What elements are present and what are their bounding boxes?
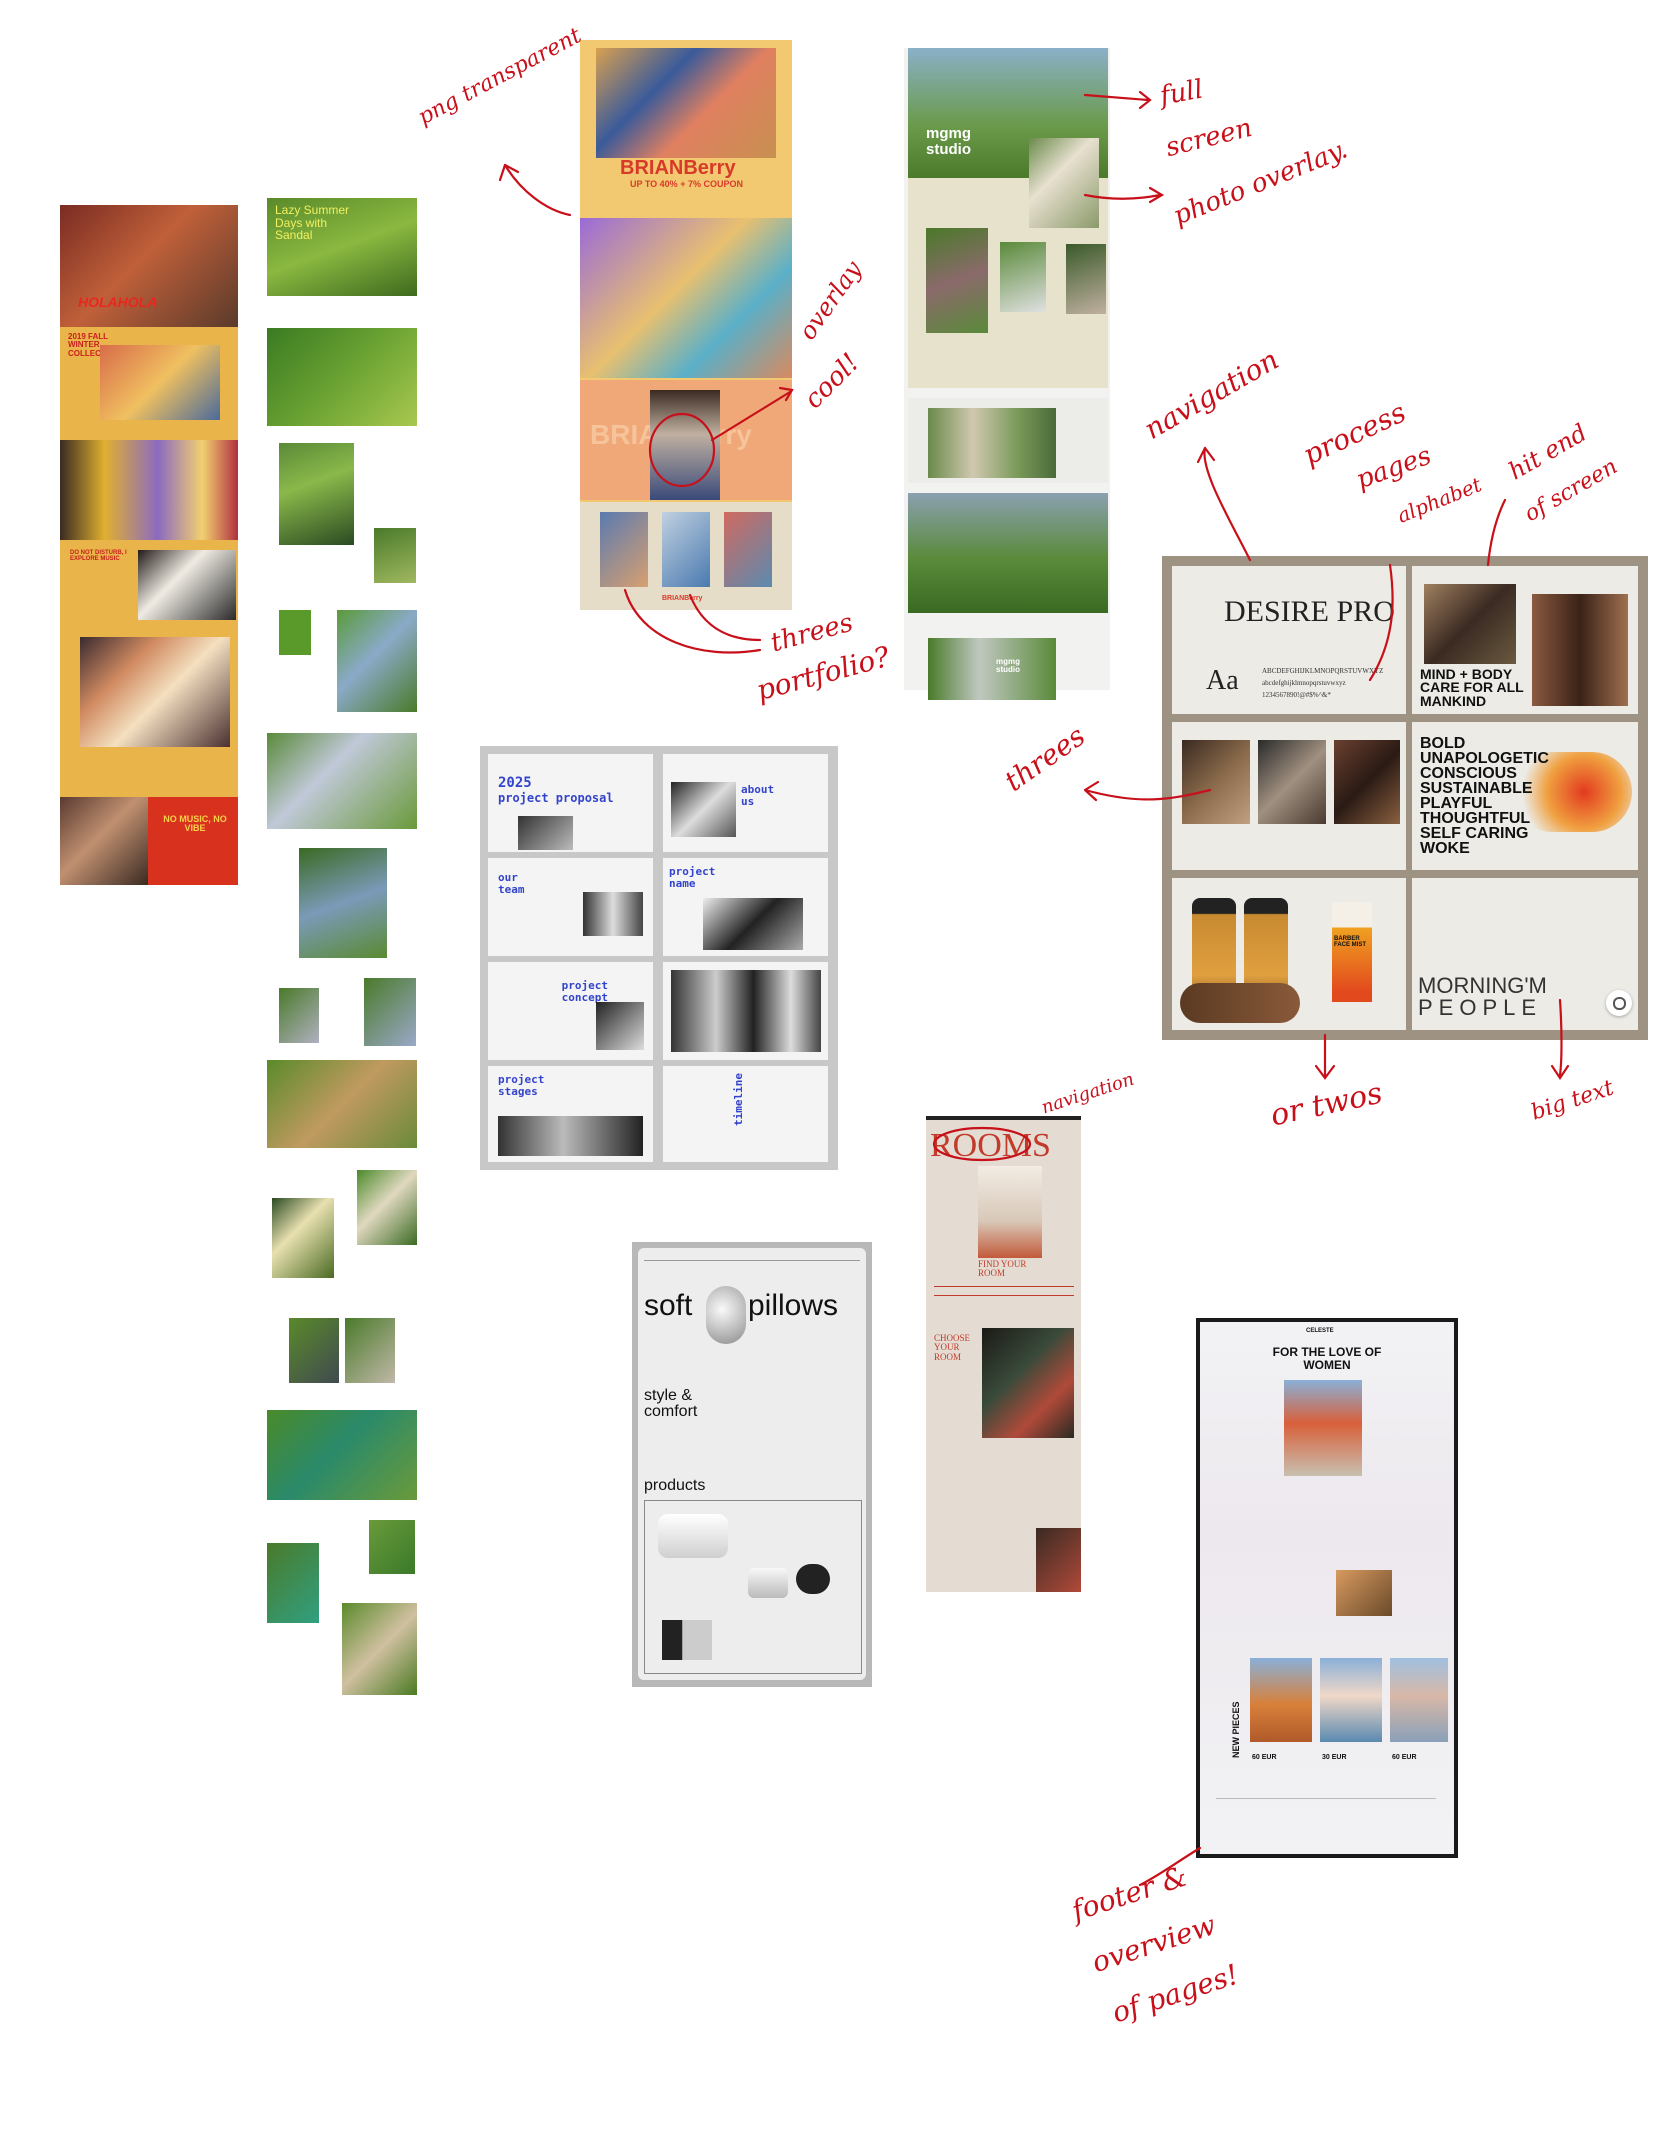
arrow-navigation	[1203, 446, 1252, 562]
circle-overlay	[648, 412, 716, 488]
arrow-or-twos	[1314, 1033, 1336, 1080]
curve-threes-2	[688, 593, 762, 642]
arrow-png-to-board	[503, 163, 572, 217]
arrow-big-text	[1550, 998, 1570, 1080]
arrow-photo-overlay	[1083, 186, 1165, 204]
arrow-overlay-cool	[710, 386, 794, 442]
arrow-threes	[1083, 780, 1212, 802]
arrow-process-pages	[1368, 563, 1394, 682]
circle-rooms-nav	[932, 1126, 1032, 1162]
annotation-strokes	[498, 90, 1570, 1887]
arrow-hit-end	[1486, 498, 1507, 567]
arrow-full-screen	[1083, 90, 1152, 110]
note-full: full	[1157, 74, 1206, 112]
